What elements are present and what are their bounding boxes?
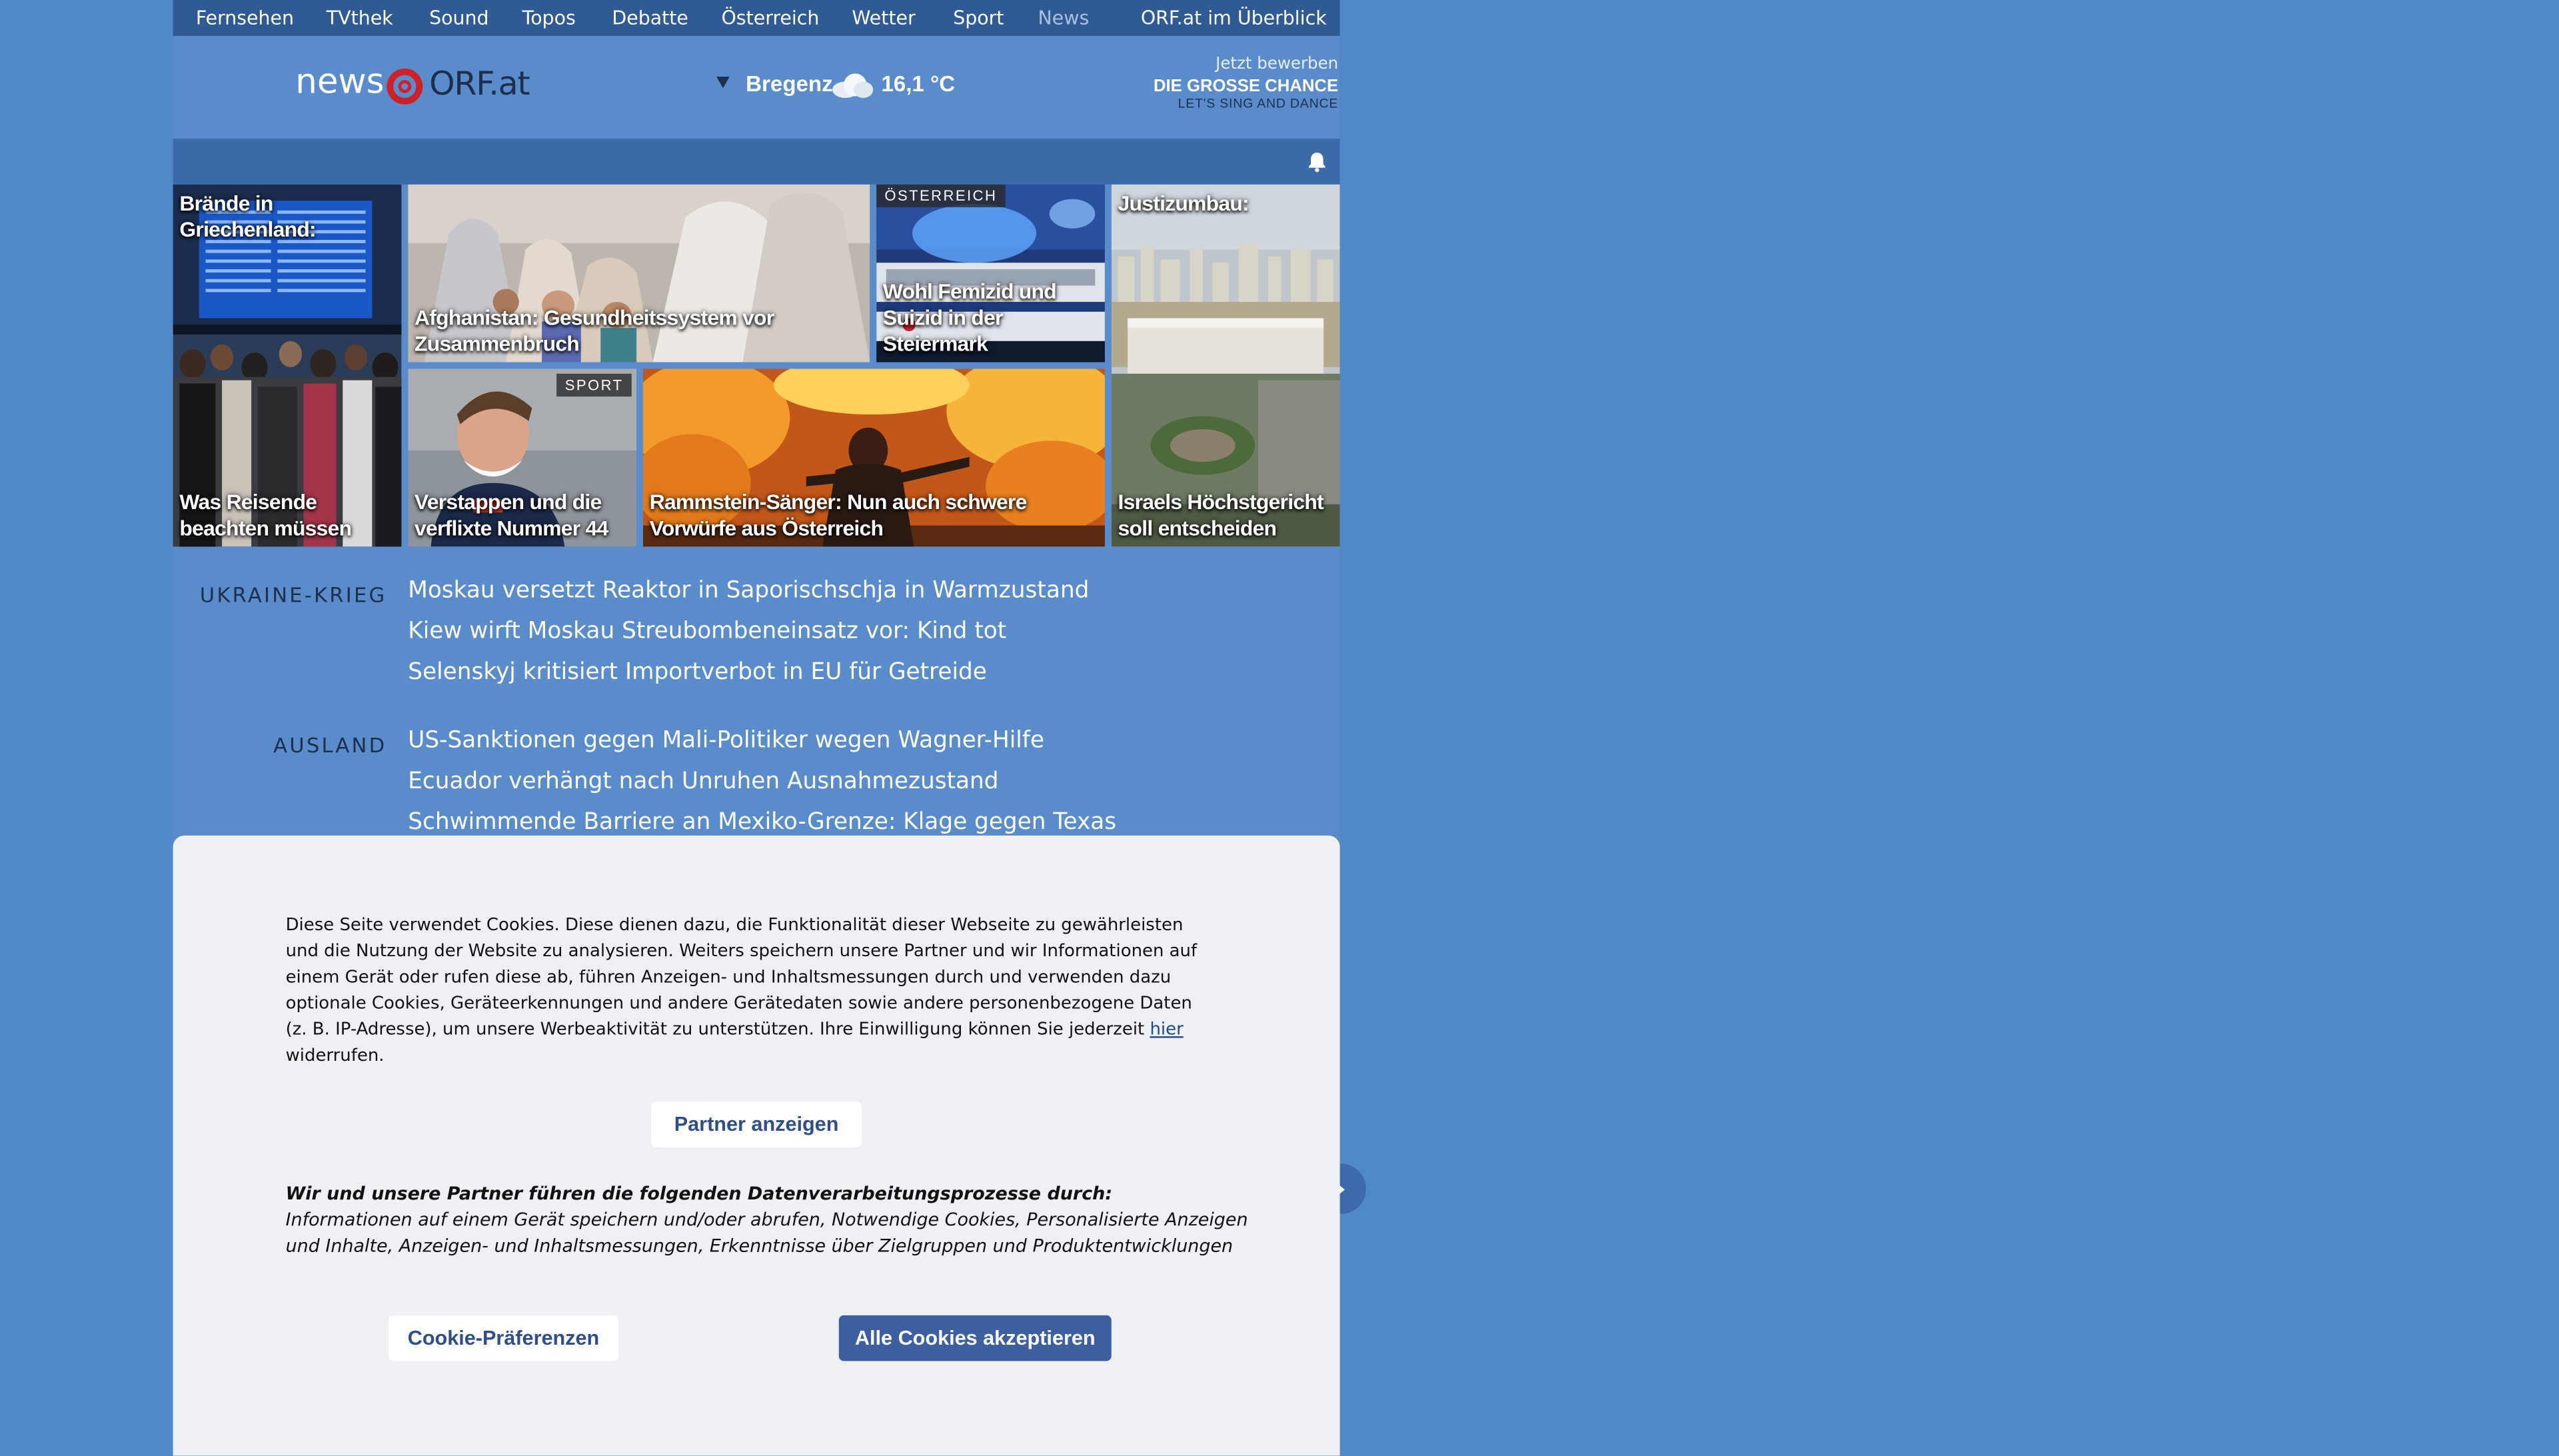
nav-sport[interactable]: Sport: [953, 7, 1004, 29]
section-label-ukraine: UKRAINE-KRIEG: [199, 582, 387, 608]
cookie-revoke-link[interactable]: hier: [1150, 1021, 1183, 1040]
story-tile-steiermark[interactable]: ÖSTERREICH Wohl Femizid und Suizid in de…: [876, 184, 1105, 363]
promo-line-2: DIE GROSSE CHANCE: [1153, 77, 1339, 97]
weather-city: Bregenz: [746, 71, 833, 97]
notification-bar: [173, 139, 1340, 185]
nav-debatte[interactable]: Debatte: [612, 7, 688, 29]
promo-line-1: Jetzt bewerben: [1216, 55, 1339, 74]
headline-link[interactable]: Selenskyj kritisiert Importverbot in EU …: [408, 659, 987, 685]
tile-caption-top: Justizumbau:: [1118, 191, 1250, 216]
cookie-text-part: widerrufen.: [285, 1046, 385, 1067]
nav-news[interactable]: News: [1038, 7, 1090, 29]
nav-sound[interactable]: Sound: [429, 7, 488, 29]
page: Fernsehen TVthek Sound Topos Debatte Öst…: [0, 0, 2559, 1456]
headline-link[interactable]: Kiew wirft Moskau Streubombeneinsatz vor…: [408, 618, 1006, 644]
promo-grosse-chance[interactable]: Jetzt bewerben DIE GROSSE CHANCE LET'S S…: [1012, 55, 1338, 111]
story-tile-afghanistan[interactable]: Afghanistan: Gesundheitssystem vor Zusam…: [408, 184, 870, 363]
logo-news-text: news: [295, 62, 385, 101]
nav-tvthek[interactable]: TVthek: [327, 7, 393, 29]
nav-fernsehen[interactable]: Fernsehen: [196, 7, 294, 29]
top-navigation: Fernsehen TVthek Sound Topos Debatte Öst…: [173, 0, 1340, 36]
section-label-ausland: AUSLAND: [273, 732, 387, 758]
cloud-icon: [832, 73, 874, 98]
tile-caption: Afghanistan: Gesundheitssystem vor Zusam…: [415, 305, 774, 356]
show-partners-button[interactable]: Partner anzeigen: [651, 1101, 862, 1147]
nav-oesterreich[interactable]: Österreich: [721, 7, 819, 29]
headline-link[interactable]: Ecuador verhängt nach Unruhen Ausnahmezu…: [408, 768, 998, 794]
tile-caption: Was Reisende beachten müssen: [179, 489, 352, 540]
story-tile-greece-fires[interactable]: Brände in Griechenland: Was Reisende bea…: [173, 184, 402, 547]
orf-ring-icon: [387, 68, 423, 105]
story-tile-verstappen[interactable]: SPORT Verstappen und die verflixte Numme…: [408, 368, 637, 547]
cookie-notice-text: Diese Seite verwendet Cookies. Diese die…: [286, 912, 1216, 1070]
headline-link[interactable]: US-Sanktionen gegen Mali-Politiker wegen…: [408, 728, 1044, 754]
tile-caption-top: Brände in Griechenland:: [179, 191, 316, 242]
tile-category-tag: SPORT: [556, 373, 632, 397]
tile-category-tag: ÖSTERREICH: [876, 184, 1006, 208]
accept-all-cookies-button[interactable]: Alle Cookies akzeptieren: [838, 1315, 1112, 1361]
tile-caption: Verstappen und die verflixte Nummer 44: [415, 489, 608, 540]
tile-caption: Israels Höchstgericht soll entscheiden: [1118, 489, 1324, 540]
promo-line-3: LET'S SING AND DANCE: [1178, 96, 1339, 111]
processing-purposes: Wir und unsere Partner führen die folgen…: [286, 1181, 1249, 1261]
processing-purposes-text: Informationen auf einem Gerät speichern …: [285, 1209, 1248, 1257]
headline-link[interactable]: Schwimmende Barriere an Mexiko-Grenze: K…: [408, 810, 1116, 836]
cookie-preferences-button[interactable]: Cookie-Präferenzen: [388, 1315, 619, 1361]
nav-topos[interactable]: Topos: [522, 7, 576, 29]
nav-orf-overview[interactable]: ORF.at im Überblick: [1141, 7, 1327, 29]
cookie-text-part: Diese Seite verwendet Cookies. Diese die…: [285, 915, 1198, 1040]
bell-icon[interactable]: [1305, 150, 1328, 173]
tile-caption: Rammstein-Sänger: Nun auch schwere Vorwü…: [649, 489, 1028, 540]
processing-purposes-title: Wir und unsere Partner führen die folgen…: [285, 1183, 1113, 1205]
cookie-consent-dialog: Diese Seite verwendet Cookies. Diese die…: [173, 835, 1340, 1456]
weather-temperature: 16,1 °C: [881, 71, 956, 97]
chevron-down-icon[interactable]: [716, 77, 730, 89]
story-tile-israel-court[interactable]: Justizumbau: Israels Höchstgericht soll …: [1111, 184, 1340, 547]
nav-wetter[interactable]: Wetter: [852, 7, 915, 29]
tile-caption: Wohl Femizid und Suizid in der Steiermar…: [882, 279, 1057, 356]
headline-link[interactable]: Moskau versetzt Reaktor in Saporischschj…: [408, 578, 1089, 604]
logo-orf-text: ORF.at: [429, 63, 530, 103]
story-tile-rammstein[interactable]: Rammstein-Sänger: Nun auch schwere Vorwü…: [642, 368, 1105, 547]
